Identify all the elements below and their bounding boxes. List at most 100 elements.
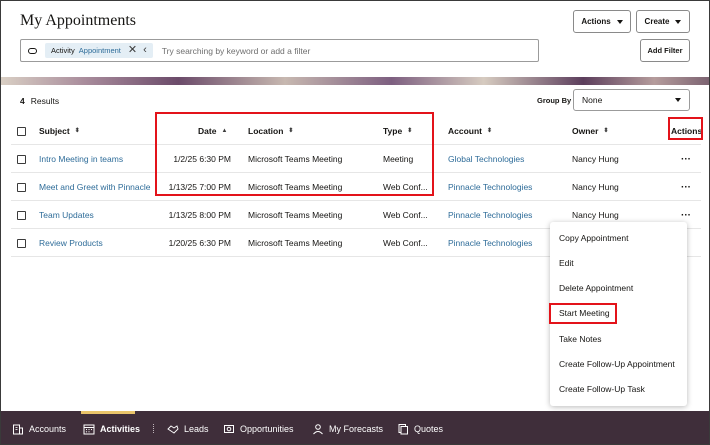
sort-icon: ⬍ (74, 128, 80, 134)
decorative-banner (1, 77, 709, 85)
table-row[interactable]: Meet and Greet with Pinnacle 1/13/25 7:0… (11, 173, 701, 201)
target-icon (224, 424, 234, 433)
menu-item-create-follow-up-task[interactable]: Create Follow-Up Task (550, 377, 687, 401)
search-input[interactable]: Try searching by keyword or add a filter (162, 46, 311, 56)
type-cell: Web Conf... (383, 182, 428, 192)
person-icon (313, 423, 323, 434)
nav-item-my-forecasts[interactable]: My Forecasts (312, 411, 384, 444)
column-header-location[interactable]: Location ⬍ (248, 117, 293, 145)
nav-label: My Forecasts (329, 423, 384, 434)
table-row[interactable]: Intro Meeting in teams 1/2/25 6:30 PM Mi… (11, 145, 701, 173)
remove-filter-icon[interactable]: ✕ (128, 45, 137, 56)
account-link[interactable]: Global Technologies (448, 145, 524, 173)
column-label: Subject (39, 126, 70, 136)
menu-item-create-follow-up-appointment[interactable]: Create Follow-Up Appointment (550, 352, 687, 376)
date-cell: 1/20/25 6:30 PM (168, 238, 231, 248)
nav-separator (153, 424, 154, 433)
nav-label: Opportunities (240, 423, 294, 434)
row-actions-icon[interactable]: ··· (681, 173, 691, 201)
type-cell: Web Conf... (383, 210, 428, 220)
group-by-label: Group By (537, 96, 572, 105)
location-cell: Microsoft Teams Meeting (248, 154, 343, 164)
subject-link[interactable]: Review Products (39, 229, 103, 257)
date-cell: 1/13/25 7:00 PM (168, 182, 231, 192)
collapse-filters-icon[interactable]: ‹ (143, 45, 147, 56)
calendar-icon (83, 424, 95, 434)
sort-icon: ⬍ (407, 128, 413, 134)
location-cell: Microsoft Teams Meeting (248, 182, 343, 192)
filter-chip-activity[interactable]: Activity Appointment ✕ ‹ (45, 43, 153, 58)
owner-cell: Nancy Hung (572, 182, 619, 192)
saved-search-icon[interactable] (28, 47, 37, 54)
caret-down-icon (675, 19, 682, 24)
add-filter-button[interactable]: Add Filter (640, 39, 690, 62)
row-checkbox[interactable] (17, 238, 26, 248)
sort-ascending-icon: ▲ (221, 128, 228, 134)
menu-item-take-notes[interactable]: Take Notes (550, 327, 687, 351)
create-label: Create (644, 17, 670, 26)
subject-link[interactable]: Team Updates (39, 201, 94, 229)
row-checkbox[interactable] (17, 182, 26, 192)
column-label: Date (198, 126, 217, 136)
actions-menu-button[interactable]: Actions (573, 10, 631, 33)
row-checkbox[interactable] (17, 154, 26, 164)
type-cell: Meeting (383, 154, 414, 164)
subject-link[interactable]: Intro Meeting in teams (39, 145, 123, 173)
row-actions-menu: Copy Appointment Edit Delete Appointment… (550, 222, 687, 406)
column-header-date[interactable]: Date ▲ (198, 117, 227, 145)
sort-icon: ⬍ (288, 128, 294, 134)
row-actions-icon[interactable]: ··· (681, 145, 691, 173)
menu-item-delete-appointment[interactable]: Delete Appointment (550, 276, 687, 300)
column-header-type[interactable]: Type ⬍ (383, 117, 412, 145)
handshake-icon (167, 424, 179, 434)
table-header-row: Subject ⬍ Date ▲ Location ⬍ Type ⬍ Account ⬍ … (11, 117, 703, 145)
column-header-actions: Actions (671, 126, 703, 136)
nav-item-quotes[interactable]: Quotes (397, 411, 444, 444)
results-number: 4 (20, 96, 25, 106)
column-header-owner[interactable]: Owner ⬍ (572, 117, 608, 145)
account-link[interactable]: Pinnacle Technologies (448, 201, 532, 229)
menu-item-start-meeting[interactable]: Start Meeting (550, 301, 687, 325)
caret-down-icon (675, 98, 681, 102)
bottom-navigation: Accounts Activities Leads Opportunities … (1, 411, 709, 444)
nav-label: Accounts (29, 423, 67, 434)
group-by-value: None (582, 95, 603, 105)
owner-cell: Nancy Hung (572, 154, 619, 164)
nav-label: Quotes (414, 423, 444, 434)
app-frame: My Appointments Actions Create Activity … (0, 0, 710, 445)
search-bar[interactable]: Activity Appointment ✕ ‹ Try searching b… (20, 39, 539, 62)
nav-item-leads[interactable]: Leads (167, 411, 209, 444)
column-label: Type (383, 126, 403, 136)
nav-item-activities[interactable]: Activities (83, 411, 140, 444)
building-icon (13, 424, 23, 434)
group-by-select[interactable]: None (573, 89, 690, 111)
subject-link[interactable]: Meet and Greet with Pinnacle (39, 173, 151, 201)
column-label: Account (448, 126, 482, 136)
column-label: Location (248, 126, 284, 136)
sort-icon: ⬍ (603, 128, 609, 134)
menu-item-edit[interactable]: Edit (550, 251, 687, 275)
account-link[interactable]: Pinnacle Technologies (448, 173, 532, 201)
nav-item-accounts[interactable]: Accounts (12, 411, 67, 444)
filter-chip-value: Appointment (78, 46, 121, 55)
date-cell: 1/2/25 6:30 PM (173, 154, 231, 164)
filter-chip-key: Activity (51, 46, 75, 55)
location-cell: Microsoft Teams Meeting (248, 238, 343, 248)
column-header-subject[interactable]: Subject ⬍ (39, 117, 80, 145)
row-checkbox[interactable] (17, 210, 26, 220)
date-cell: 1/13/25 8:00 PM (168, 210, 231, 220)
column-header-account[interactable]: Account ⬍ (448, 117, 492, 145)
column-label: Owner (572, 126, 599, 136)
menu-item-copy-appointment[interactable]: Copy Appointment (550, 226, 687, 250)
account-link[interactable]: Pinnacle Technologies (448, 229, 532, 257)
page-title: My Appointments (20, 12, 137, 29)
select-all-checkbox[interactable] (17, 126, 26, 136)
actions-menu-label: Actions (581, 17, 611, 26)
create-button[interactable]: Create (636, 10, 690, 33)
results-count: 4 Results (20, 96, 59, 106)
nav-item-opportunities[interactable]: Opportunities (223, 411, 294, 444)
results-label: Results (30, 96, 60, 106)
nav-label: Leads (184, 423, 209, 434)
sort-icon: ⬍ (487, 128, 493, 134)
document-icon (398, 423, 408, 434)
